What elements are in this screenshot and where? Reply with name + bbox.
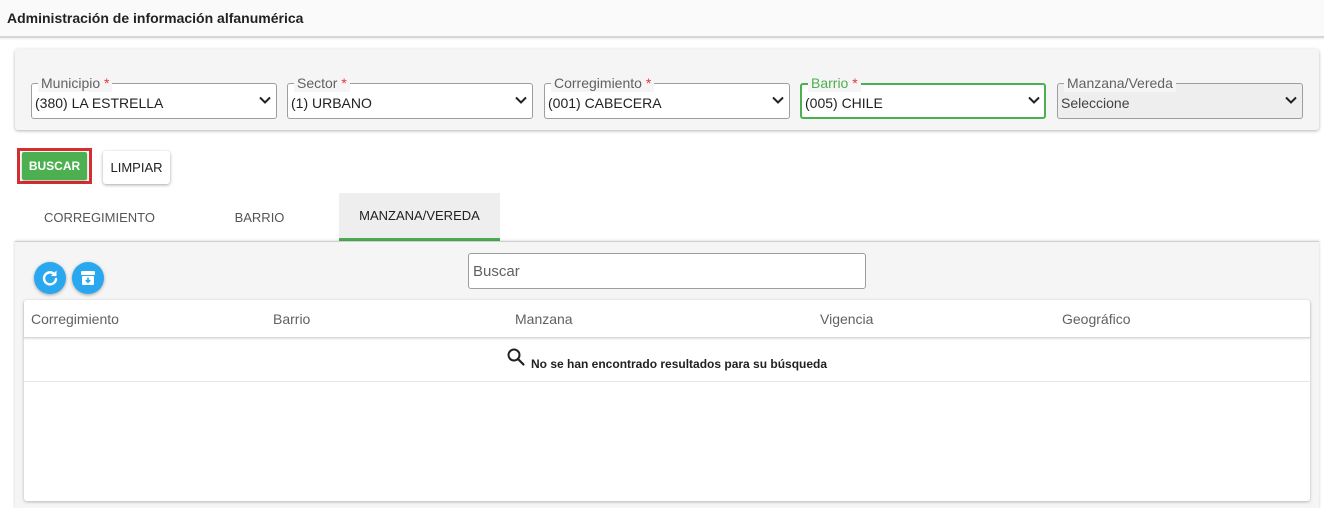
manzana-vereda-label: Manzana/Vereda <box>1064 74 1176 92</box>
column-header-manzana[interactable]: Manzana <box>515 311 573 327</box>
corregimiento-select[interactable]: Corregimiento * (001) CABECERA <box>544 74 790 119</box>
tab-manzana-vereda[interactable]: MANZANA/VEREDA <box>339 193 500 241</box>
tab-barrio[interactable]: BARRIO <box>180 193 339 241</box>
filter-panel: Municipio * (380) LA ESTRELLA Sector * (… <box>15 49 1319 130</box>
chevron-down-icon <box>1285 96 1297 104</box>
chevron-down-icon <box>772 96 784 104</box>
municipio-label: Municipio * <box>38 74 113 92</box>
clear-button[interactable]: LIMPIAR <box>103 151 170 184</box>
municipio-value: (380) LA ESTRELLA <box>35 95 164 111</box>
tab-corregimiento[interactable]: CORREGIMIENTO <box>25 193 174 241</box>
manzana-vereda-select[interactable]: Manzana/Vereda Seleccione <box>1057 74 1303 119</box>
refresh-icon <box>42 270 58 286</box>
sector-value: (1) URBANO <box>291 95 372 111</box>
corregimiento-label: Corregimiento * <box>551 74 655 92</box>
barrio-label: Barrio * <box>808 74 861 92</box>
sector-select[interactable]: Sector * (1) URBANO <box>287 74 533 119</box>
municipio-select[interactable]: Municipio * (380) LA ESTRELLA <box>31 74 277 119</box>
corregimiento-value: (001) CABECERA <box>548 95 662 111</box>
column-header-barrio[interactable]: Barrio <box>273 311 310 327</box>
grid-search-input[interactable] <box>468 253 866 289</box>
barrio-select[interactable]: Barrio * (005) CHILE <box>800 74 1046 119</box>
export-button[interactable] <box>72 262 104 294</box>
page-header: Administración de información alfanuméri… <box>0 0 1324 38</box>
chevron-down-icon <box>1028 96 1040 104</box>
archive-icon <box>81 271 95 285</box>
column-header-geografico[interactable]: Geográfico <box>1062 311 1130 327</box>
chevron-down-icon <box>515 96 527 104</box>
search-icon <box>507 348 525 366</box>
empty-results-row: No se han encontrado resultados para su … <box>24 338 1310 382</box>
empty-results-message: No se han encontrado resultados para su … <box>531 357 828 371</box>
manzana-vereda-value: Seleccione <box>1061 95 1130 111</box>
column-header-corregimiento[interactable]: Corregimiento <box>31 311 119 327</box>
search-button[interactable]: BUSCAR <box>22 152 87 180</box>
table-header: Corregimiento Barrio Manzana Vigencia Ge… <box>24 300 1310 338</box>
barrio-value: (005) CHILE <box>805 95 883 111</box>
page-title: Administración de información alfanuméri… <box>7 10 304 26</box>
chevron-down-icon <box>259 96 271 104</box>
column-header-vigencia[interactable]: Vigencia <box>820 311 873 327</box>
refresh-button[interactable] <box>34 262 66 294</box>
results-table: Corregimiento Barrio Manzana Vigencia Ge… <box>24 300 1310 501</box>
sector-label: Sector * <box>294 74 350 92</box>
